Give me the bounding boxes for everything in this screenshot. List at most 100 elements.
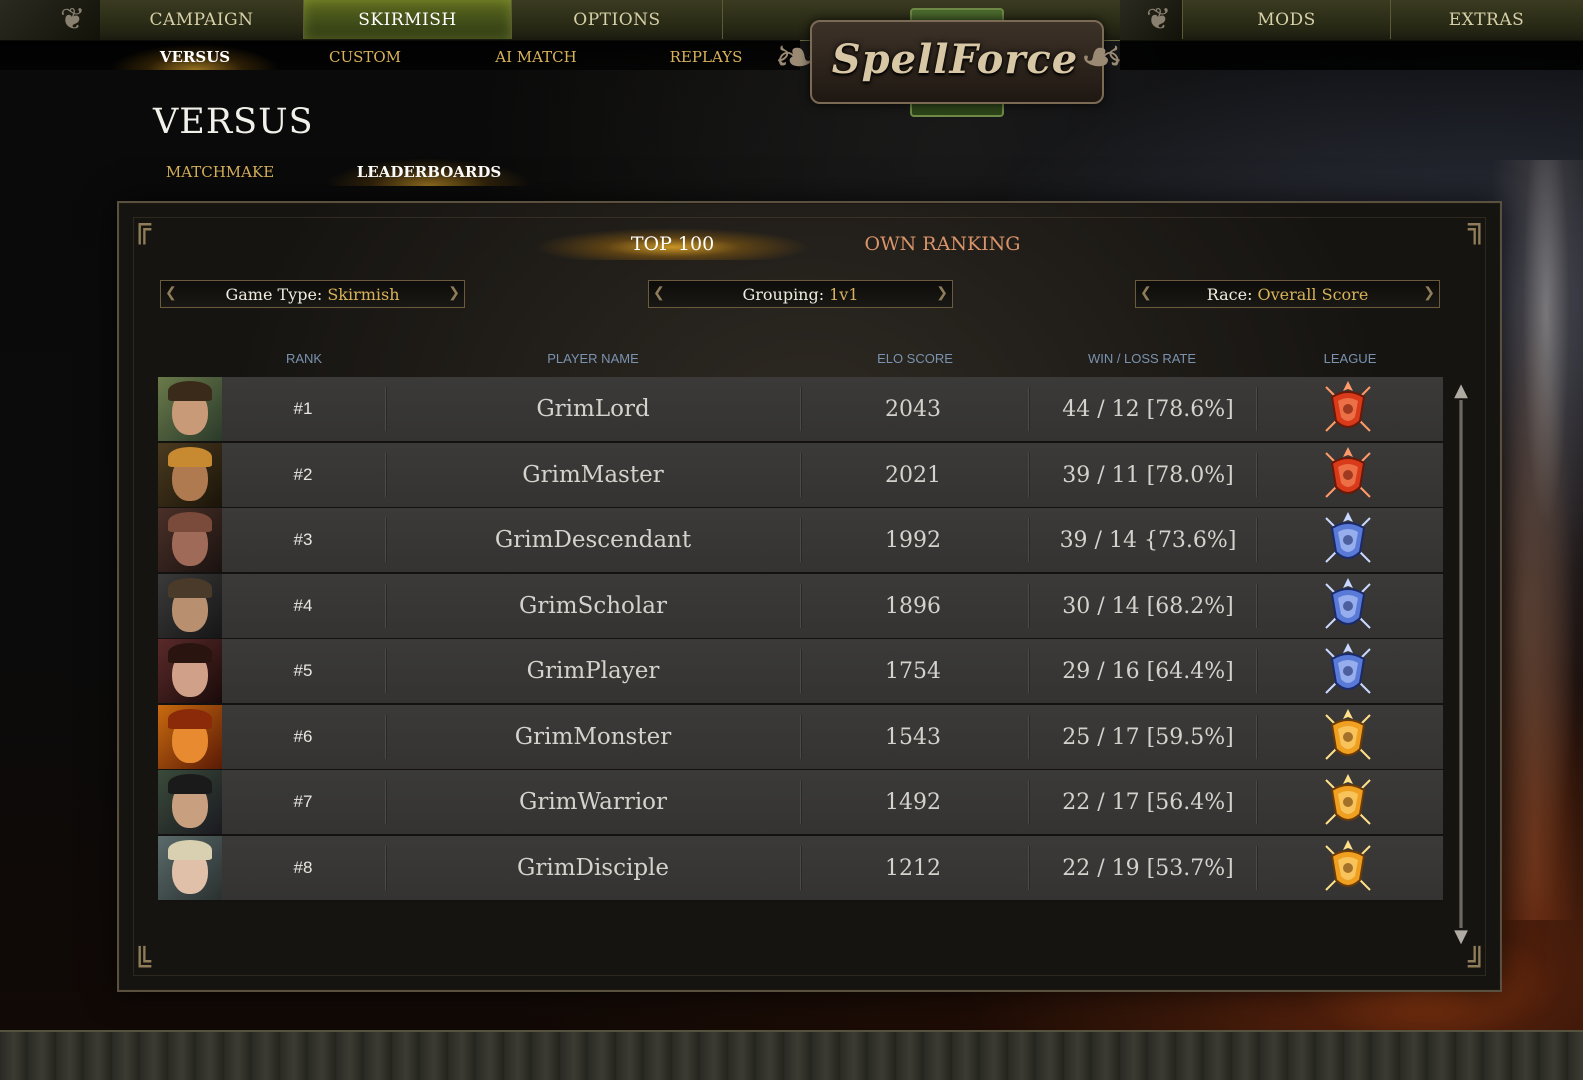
- chevron-left-icon: ❮: [1140, 285, 1152, 301]
- column-header-win-loss[interactable]: WIN / LOSS RATE: [1062, 351, 1222, 366]
- filter-label: Game Type:: [225, 284, 323, 304]
- win-loss-cell: 39 / 11 [78.0%]: [1062, 462, 1234, 488]
- league-badge-icon: [1308, 377, 1388, 441]
- elo-score-cell: 2043: [885, 396, 941, 422]
- table-row[interactable]: #3 GrimDescendant 1992 39 / 14 {73.6%]: [158, 508, 1443, 574]
- scroll-track[interactable]: [1459, 400, 1463, 928]
- corner-ornament-icon: ╔: [133, 210, 152, 245]
- player-avatar: [158, 377, 222, 441]
- nav-tab-options[interactable]: OPTIONS: [512, 0, 723, 39]
- filter-label: Race:: [1206, 284, 1253, 304]
- corner-ornament-icon: ╝: [1467, 947, 1486, 982]
- filter-value: 1v1: [829, 284, 859, 304]
- table-row[interactable]: #1 GrimLord 2043 44 / 12 [78.6%]: [158, 377, 1443, 443]
- subnav-replays[interactable]: REPLAYS: [622, 44, 790, 70]
- player-avatar: [158, 443, 222, 507]
- player-avatar: [158, 770, 222, 834]
- rank-cell: #2: [293, 465, 313, 484]
- rank-cell: #3: [293, 530, 313, 549]
- filter-value: Skirmish: [327, 284, 400, 304]
- arrow-up-icon[interactable]: ▲: [1452, 380, 1470, 402]
- tab-own-ranking[interactable]: OWN RANKING: [815, 228, 1070, 260]
- win-loss-cell: 44 / 12 [78.6%]: [1062, 396, 1234, 422]
- win-loss-cell: 29 / 16 [64.4%]: [1062, 658, 1234, 684]
- league-badge-icon: [1308, 836, 1388, 900]
- league-badge-icon: [1308, 508, 1388, 572]
- win-loss-cell: 25 / 17 [59.5%]: [1062, 724, 1234, 750]
- player-avatar: [158, 836, 222, 900]
- tab-top-100[interactable]: TOP 100: [535, 228, 810, 260]
- arrow-down-icon[interactable]: ▼: [1452, 926, 1470, 948]
- player-avatar: [158, 705, 222, 769]
- elo-score-cell: 1754: [885, 658, 941, 684]
- player-name-cell: GrimPlayer: [526, 658, 660, 684]
- table-row[interactable]: #5 GrimPlayer 1754 29 / 16 [64.4%]: [158, 639, 1443, 705]
- player-name-cell: GrimDescendant: [494, 527, 692, 553]
- player-name-cell: GrimMaster: [522, 462, 664, 488]
- elo-score-cell: 1896: [885, 593, 941, 619]
- elo-score-cell: 1492: [885, 789, 941, 815]
- player-avatar: [158, 508, 222, 572]
- player-name-cell: GrimWarrior: [518, 789, 668, 815]
- player-name-cell: GrimDisciple: [516, 855, 670, 881]
- player-name-cell: GrimScholar: [519, 593, 667, 619]
- win-loss-cell: 30 / 14 [68.2%]: [1062, 593, 1234, 619]
- column-header-league[interactable]: LEAGUE: [1300, 351, 1400, 366]
- chevron-left-icon: ❮: [165, 285, 177, 301]
- nav-tab-skirmish[interactable]: SKIRMISH: [304, 0, 512, 39]
- nav-tab-mods[interactable]: MODS: [1182, 0, 1391, 39]
- game-menu-screen: ❦ CAMPAIGN SKIRMISH OPTIONS ❦ MODS EXTRA…: [0, 0, 1583, 1080]
- rank-cell: #6: [293, 727, 313, 746]
- table-row[interactable]: #6 GrimMonster 1543 25 / 17 [59.5%]: [158, 705, 1443, 771]
- rank-cell: #8: [293, 858, 313, 877]
- corner-ornament-icon: ╚: [133, 947, 152, 982]
- chevron-right-icon: ❯: [936, 285, 948, 301]
- filter-value: Overall Score: [1257, 284, 1369, 304]
- nav-tab-campaign[interactable]: CAMPAIGN: [100, 0, 304, 39]
- filter-race[interactable]: ❮ Race: Overall Score ❯: [1135, 280, 1440, 308]
- bottom-ornament-bar: [0, 1030, 1583, 1080]
- chevron-right-icon: ❯: [448, 285, 460, 301]
- rank-cell: #7: [293, 792, 313, 811]
- table-row[interactable]: #8 GrimDisciple 1212 22 / 19 [53.7%]: [158, 836, 1443, 902]
- tab-leaderboards[interactable]: LEADERBOARDS: [325, 158, 533, 186]
- table-row[interactable]: #2 GrimMaster 2021 39 / 11 [78.0%]: [158, 443, 1443, 509]
- spellforce-logo: ❧ SpellForce ❧: [774, 8, 1130, 117]
- elo-score-cell: 1992: [885, 527, 941, 553]
- rank-cell: #1: [293, 399, 313, 418]
- subnav-ai-match[interactable]: AI MATCH: [452, 44, 620, 70]
- tab-matchmake[interactable]: MATCHMAKE: [150, 158, 290, 186]
- elo-score-cell: 1543: [885, 724, 941, 750]
- rank-cell: #4: [293, 596, 313, 615]
- logo-wing-right-icon: ❧: [1080, 28, 1124, 88]
- league-badge-icon: [1308, 639, 1388, 703]
- rank-cell: #5: [293, 661, 313, 680]
- player-name-cell: GrimLord: [536, 396, 650, 422]
- nav-tab-extras[interactable]: EXTRAS: [1390, 0, 1583, 39]
- corner-ornament-icon: ╗: [1467, 210, 1486, 245]
- league-badge-icon: [1308, 770, 1388, 834]
- subnav-versus[interactable]: VERSUS: [110, 44, 280, 70]
- leaderboard-scrollbar[interactable]: ▲ ▼: [1452, 380, 1470, 948]
- page-title: VERSUS: [153, 102, 314, 142]
- column-header-rank[interactable]: RANK: [254, 351, 354, 366]
- filter-game-type[interactable]: ❮ Game Type: Skirmish ❯: [160, 280, 465, 308]
- league-badge-icon: [1308, 443, 1388, 507]
- win-loss-cell: 22 / 17 [56.4%]: [1062, 789, 1234, 815]
- player-avatar: [158, 574, 222, 638]
- chevron-right-icon: ❯: [1423, 285, 1435, 301]
- table-row[interactable]: #4 GrimScholar 1896 30 / 14 [68.2%]: [158, 574, 1443, 640]
- player-name-cell: GrimMonster: [514, 724, 672, 750]
- win-loss-cell: 39 / 14 {73.6%]: [1059, 527, 1237, 553]
- column-header-elo-score[interactable]: ELO SCORE: [840, 351, 990, 366]
- subnav-custom[interactable]: CUSTOM: [282, 44, 448, 70]
- logo-text: SpellForce: [831, 36, 1079, 83]
- column-header-player-name[interactable]: PLAYER NAME: [493, 351, 693, 366]
- ornament-left: ❦: [0, 0, 100, 40]
- table-row[interactable]: #7 GrimWarrior 1492 22 / 17 [56.4%]: [158, 770, 1443, 836]
- elo-score-cell: 2021: [885, 462, 941, 488]
- league-badge-icon: [1308, 705, 1388, 769]
- player-avatar: [158, 639, 222, 703]
- filter-label: Grouping:: [742, 284, 825, 304]
- filter-grouping[interactable]: ❮ Grouping: 1v1 ❯: [648, 280, 953, 308]
